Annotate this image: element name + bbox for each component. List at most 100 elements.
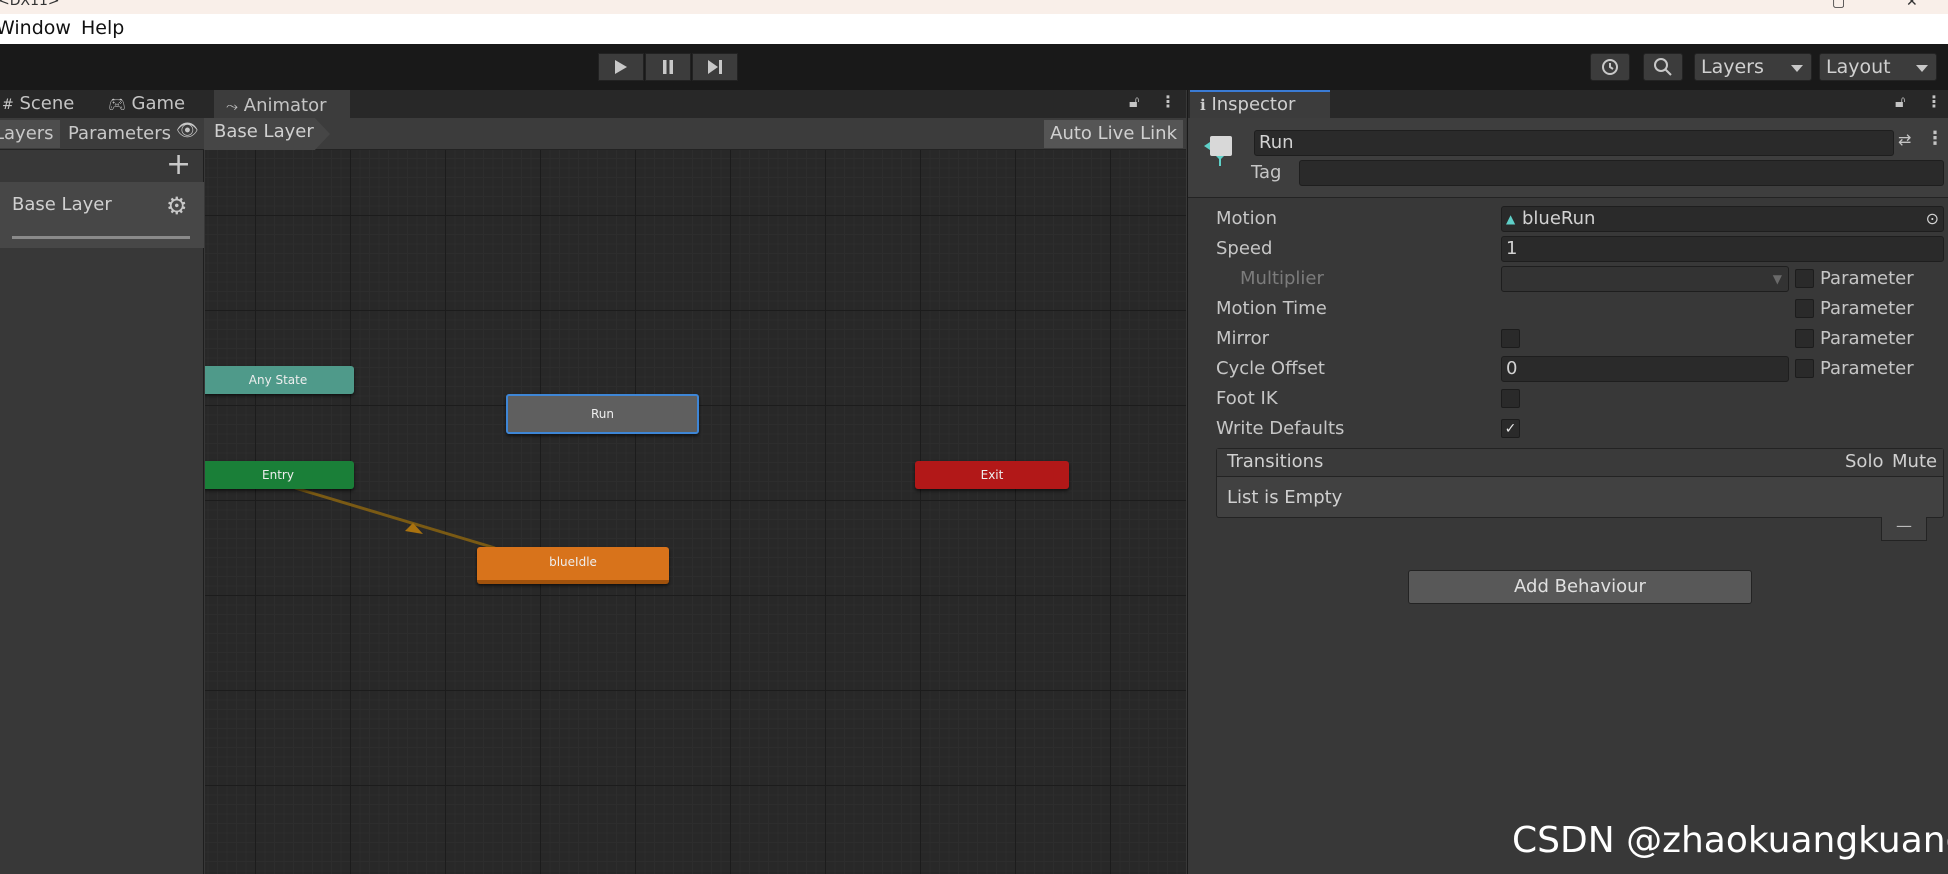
- tab-game-label: Game: [131, 93, 186, 114]
- lock-icon[interactable]: 🔓︎: [1895, 92, 1905, 112]
- pause-icon: [663, 60, 673, 74]
- speed-label: Speed: [1216, 238, 1273, 259]
- inspector-header: Run ⇄ ⋮ Tag: [1188, 118, 1948, 198]
- transition-arrow-line[interactable]: [294, 486, 496, 550]
- add-layer-icon[interactable]: +: [166, 150, 191, 180]
- multiplier-parameter-checkbox[interactable]: [1795, 269, 1814, 288]
- mirror-label: Mirror: [1216, 328, 1270, 349]
- transitions-title: Transitions: [1227, 451, 1324, 472]
- animation-clip-icon: ▲: [1506, 212, 1516, 226]
- layout-dropdown-label: Layout: [1826, 56, 1891, 78]
- tab-animator-label: Animator: [243, 95, 327, 116]
- title-bar: <DX11> ▢ ✕: [0, 0, 1948, 14]
- tag-field[interactable]: [1299, 160, 1944, 186]
- auto-live-link-button[interactable]: Auto Live Link: [1044, 120, 1183, 148]
- tab-parameters-label: Parameters: [68, 123, 172, 144]
- search-button[interactable]: [1643, 53, 1683, 81]
- multiplier-label: Multiplier: [1240, 268, 1324, 289]
- motion-time-parameter-checkbox[interactable]: [1795, 299, 1814, 318]
- transition-layer: [294, 486, 496, 550]
- mirror-parameter-label: Parameter: [1820, 328, 1914, 349]
- cycle-offset-parameter-checkbox[interactable]: [1795, 359, 1814, 378]
- eye-icon[interactable]: 👁︎: [176, 120, 199, 141]
- step-icon: [708, 60, 722, 74]
- cycle-offset-label: Cycle Offset: [1216, 358, 1325, 379]
- toolbar: Layers Layout: [0, 44, 1948, 90]
- animator-graph[interactable]: Any State Entry Run Exit blueIdle: [205, 150, 1186, 874]
- close-icon[interactable]: ✕: [1906, 0, 1918, 10]
- motion-time-parameter-label: Parameter: [1820, 298, 1914, 319]
- tab-layers[interactable]: Layers: [0, 120, 60, 148]
- tab-layers-label: Layers: [0, 123, 54, 144]
- tab-animator[interactable]: ⤳ Animator: [214, 90, 350, 118]
- solo-column-label: Solo: [1845, 451, 1884, 472]
- motion-value: blueRun: [1522, 208, 1596, 229]
- layout-dropdown[interactable]: Layout: [1819, 53, 1937, 81]
- window-title: <DX11>: [0, 0, 60, 9]
- menu-bar: Window Help: [0, 14, 1948, 44]
- foot-ik-checkbox[interactable]: [1501, 389, 1520, 408]
- tab-game[interactable]: 🎮︎ Game: [108, 90, 208, 118]
- transitions-header: Transitions Solo Mute: [1217, 449, 1943, 477]
- lock-icon[interactable]: 🔓︎: [1129, 92, 1139, 112]
- write-defaults-label: Write Defaults: [1216, 418, 1345, 439]
- menu-window[interactable]: Window: [0, 17, 71, 39]
- remove-transition-button[interactable]: —: [1881, 517, 1927, 541]
- breadcrumb-label: Base Layer: [214, 121, 314, 142]
- motion-field[interactable]: ▲ blueRun ⊙: [1501, 206, 1944, 232]
- mirror-checkbox[interactable]: [1501, 329, 1520, 348]
- inspector-tab-bar: ℹ︎ Inspector 🔓︎ ⋮: [1187, 90, 1948, 118]
- foot-ik-label: Foot IK: [1216, 388, 1278, 409]
- tag-label: Tag: [1251, 162, 1282, 183]
- hash-icon: #: [2, 97, 14, 113]
- tab-parameters[interactable]: Parameters: [62, 120, 172, 148]
- maximize-icon[interactable]: ▢: [1832, 0, 1845, 10]
- tab-inspector-label: Inspector: [1211, 94, 1296, 115]
- state-exit[interactable]: Exit: [915, 461, 1069, 489]
- tab-scene[interactable]: # Scene: [0, 90, 104, 118]
- more-options-icon[interactable]: ⋮: [1926, 92, 1942, 111]
- pause-button[interactable]: [645, 53, 691, 81]
- state-entry[interactable]: Entry: [205, 461, 354, 489]
- more-options-icon[interactable]: ⋮: [1160, 92, 1176, 111]
- chevron-down-icon: [1791, 65, 1803, 72]
- layers-dropdown-label: Layers: [1701, 56, 1764, 78]
- menu-help[interactable]: Help: [81, 17, 124, 39]
- state-name-field[interactable]: Run: [1254, 130, 1894, 156]
- play-icon: [615, 60, 627, 74]
- write-defaults-checkbox[interactable]: ✓: [1501, 419, 1520, 438]
- empty-list-text: List is Empty: [1227, 487, 1343, 508]
- history-button[interactable]: [1590, 53, 1630, 81]
- tab-inspector[interactable]: ℹ︎ Inspector: [1190, 90, 1330, 118]
- chevron-down-icon: [1916, 65, 1928, 72]
- breadcrumb[interactable]: Base Layer: [204, 118, 330, 150]
- preset-icon[interactable]: ⇄: [1898, 130, 1911, 149]
- mute-column-label: Mute: [1892, 451, 1938, 472]
- play-button[interactable]: [598, 53, 644, 81]
- search-icon: [1654, 58, 1672, 76]
- editor-tab-bar: # Scene 🎮︎ Game ⤳ Animator 🔓︎ ⋮: [0, 90, 1186, 118]
- cycle-offset-field[interactable]: 0: [1501, 356, 1789, 382]
- step-button[interactable]: [692, 53, 738, 81]
- state-any-state[interactable]: Any State: [205, 366, 354, 394]
- transitions-list: Transitions Solo Mute List is Empty: [1216, 448, 1944, 518]
- animator-icon: ⤳: [226, 97, 239, 115]
- chevron-down-icon: ▼: [1772, 272, 1782, 286]
- state-run[interactable]: Run: [506, 394, 699, 434]
- gear-icon[interactable]: ⚙︎: [166, 192, 188, 220]
- gamepad-icon: 🎮︎: [108, 97, 126, 113]
- cycle-offset-parameter-label: Parameter: [1820, 358, 1914, 379]
- layer-item-label: Base Layer: [12, 194, 112, 215]
- motion-time-label: Motion Time: [1216, 298, 1327, 319]
- object-picker-icon[interactable]: ⊙: [1926, 207, 1939, 231]
- more-options-icon[interactable]: ⋮: [1926, 128, 1944, 149]
- layer-item[interactable]: Base Layer ⚙︎: [0, 182, 204, 248]
- mirror-parameter-checkbox[interactable]: [1795, 329, 1814, 348]
- add-behaviour-button[interactable]: Add Behaviour: [1408, 570, 1752, 604]
- state-icon: [1204, 136, 1232, 166]
- layers-dropdown[interactable]: Layers: [1694, 53, 1812, 81]
- state-blueidle[interactable]: blueIdle: [477, 547, 669, 584]
- multiplier-dropdown[interactable]: ▼: [1501, 266, 1789, 292]
- speed-field[interactable]: 1: [1501, 236, 1944, 262]
- inspector-panel: Run ⇄ ⋮ Tag Motion ▲ blueRun ⊙ Speed 1 M…: [1187, 118, 1948, 874]
